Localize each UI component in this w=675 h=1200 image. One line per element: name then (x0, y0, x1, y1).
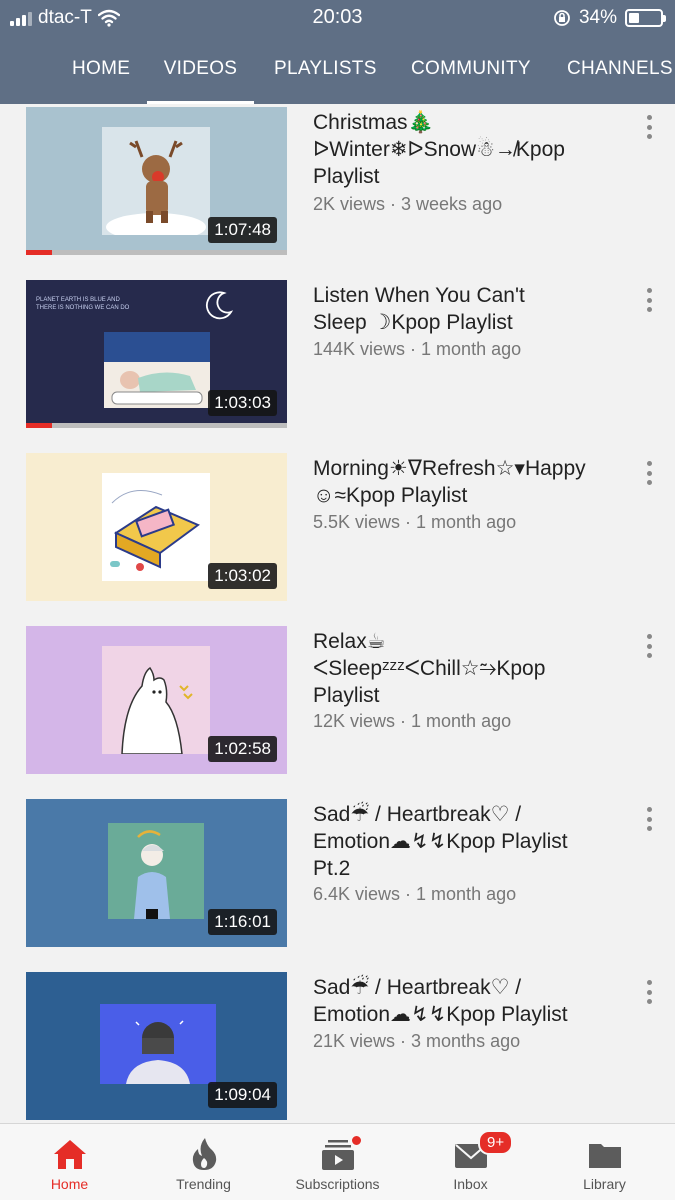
video-title[interactable]: Relax☕ ᐸSleepᶻᶻᶻᐸChill☆⥲Kpop Playlist (313, 628, 633, 709)
alarm-clock-illustration (110, 490, 200, 571)
video-item[interactable]: 1:03:02 Morning☀ᐁRefresh☆▾Happy ☺≈Kpop P… (0, 453, 675, 603)
thumbnail-artwork (100, 1004, 216, 1084)
video-title-line: Sad☔ / Heartbreak♡ / (313, 976, 522, 999)
tab-channels[interactable]: CHANNELS (567, 50, 673, 104)
video-duration: 1:02:58 (208, 736, 277, 762)
nav-library[interactable]: Library (537, 1124, 672, 1200)
moomin-illustration (121, 666, 193, 754)
video-item[interactable]: 1:02:58 Relax☕ ᐸSleepᶻᶻᶻᐸChill☆⥲Kpop Pla… (0, 626, 675, 776)
video-title-line: ᐸSleepᶻᶻᶻᐸChill☆⥲Kpop (313, 657, 546, 680)
video-duration: 1:07:48 (208, 217, 277, 243)
video-title-line: Relax☕ (313, 630, 386, 653)
video-duration: 1:09:04 (208, 1082, 277, 1108)
watch-progress (26, 423, 53, 428)
video-title-line: Playlist (313, 165, 380, 188)
video-item[interactable]: PLANET EARTH IS BLUE AND THERE IS NOTHIN… (0, 280, 675, 430)
status-right: 34% (553, 7, 666, 29)
video-thumbnail[interactable]: PLANET EARTH IS BLUE AND THERE IS NOTHIN… (26, 280, 287, 428)
more-options-icon[interactable] (638, 459, 660, 487)
video-title-line: Listen When You Can't (313, 284, 525, 307)
video-title-line: ☺≈Kpop Playlist (313, 484, 468, 507)
home-icon (53, 1140, 86, 1169)
video-duration: 1:16:01 (208, 909, 277, 935)
new-content-badge (350, 1134, 363, 1147)
nav-label: Library (583, 1176, 626, 1192)
thumbnail-artwork (104, 332, 210, 408)
video-duration: 1:03:03 (208, 390, 277, 416)
watch-progress-track (26, 250, 287, 255)
battery-percent: 34% (578, 7, 617, 28)
video-item[interactable]: 1:07:48 Christmas🎄 ᐅWinter❄ᐅSnow☃↛Kpop P… (0, 107, 675, 257)
person-illustration (134, 830, 170, 919)
video-meta: 5.5K views · 1 month ago (313, 512, 517, 532)
video-thumbnail[interactable]: 1:16:01 (26, 799, 287, 947)
tab-community[interactable]: COMMUNITY (411, 50, 531, 104)
video-title-line: Sad☔ / Heartbreak♡ / (313, 803, 522, 826)
moon-icon (206, 291, 234, 320)
video-item[interactable]: 1:16:01 Sad☔ / Heartbreak♡ / Emotion☁↯↯K… (0, 799, 675, 949)
video-title[interactable]: Morning☀ᐁRefresh☆▾Happy ☺≈Kpop Playlist (313, 455, 633, 509)
video-title[interactable]: Sad☔ / Heartbreak♡ / Emotion☁↯↯Kpop Play… (313, 801, 633, 882)
video-meta: 12K views · 1 month ago (313, 711, 512, 731)
tab-videos[interactable]: VIDEOS (147, 50, 254, 104)
watch-progress-track (26, 423, 287, 428)
nav-label: Inbox (453, 1176, 488, 1192)
nav-label: Subscriptions (295, 1176, 380, 1192)
thumbnail-caption: PLANET EARTH IS BLUE AND THERE IS NOTHIN… (36, 297, 130, 311)
rotation-lock-icon (554, 10, 570, 26)
nav-trending[interactable]: Trending (136, 1124, 271, 1200)
nav-subscriptions[interactable]: Subscriptions (270, 1124, 405, 1200)
video-meta: 2K views · 3 weeks ago (313, 194, 503, 214)
video-title[interactable]: Sad☔ / Heartbreak♡ / Emotion☁↯↯Kpop Play… (313, 974, 633, 1028)
video-title[interactable]: Listen When You Can't Sleep ☽Kpop Playli… (313, 282, 633, 336)
video-thumbnail[interactable]: 1:03:02 (26, 453, 287, 601)
more-options-icon[interactable] (638, 286, 660, 314)
tab-home[interactable]: HOME (72, 50, 130, 104)
nav-label: Home (50, 1176, 89, 1192)
video-title-line: Christmas🎄 (313, 111, 434, 134)
video-title-line: ᐅWinter❄ᐅSnow☃↛Kpop (313, 138, 565, 161)
app-header: dtac-T 20:03 34% HOME VIDEOS PLAYLISTS C… (0, 0, 675, 104)
thumbnail-artwork (102, 473, 210, 581)
more-options-icon[interactable] (638, 113, 660, 141)
inbox-count-badge: 9+ (478, 1130, 514, 1155)
nav-label: Trending (176, 1176, 231, 1192)
folder-icon (588, 1144, 621, 1168)
tab-playlists[interactable]: PLAYLISTS (274, 50, 377, 104)
video-title-line: Playlist (313, 684, 380, 707)
thumbnail-artwork (102, 127, 210, 235)
thumbnail-artwork (108, 823, 204, 919)
video-thumbnail[interactable]: 1:09:04 (26, 972, 287, 1120)
status-bar: dtac-T 20:03 34% (0, 0, 675, 36)
more-options-icon[interactable] (638, 978, 660, 1006)
video-meta: 144K views · 1 month ago (313, 339, 522, 359)
nav-home[interactable]: Home (2, 1124, 137, 1200)
video-title-line: Pt.2 (313, 857, 351, 880)
video-thumbnail[interactable]: 1:07:48 (26, 107, 287, 255)
flame-icon (192, 1138, 216, 1170)
video-title-line: Sleep ☽Kpop Playlist (313, 311, 513, 334)
reindeer-illustration (106, 140, 206, 235)
video-thumbnail[interactable]: 1:02:58 (26, 626, 287, 774)
bottom-navigation: Home Trending Subscriptions 9+ Inbox Lib… (0, 1123, 675, 1200)
video-title-line: Morning☀ᐁRefresh☆▾Happy (313, 457, 586, 480)
sleeping-person-illustration (104, 332, 210, 408)
video-title-line: Emotion☁↯↯Kpop Playlist (313, 1003, 568, 1026)
watch-progress (26, 250, 53, 255)
thumbnail-artwork (102, 646, 210, 754)
video-meta: 21K views · 3 months ago (313, 1031, 521, 1051)
more-options-icon[interactable] (638, 805, 660, 833)
video-title[interactable]: Christmas🎄 ᐅWinter❄ᐅSnow☃↛Kpop Playlist (313, 109, 633, 190)
video-title-line: Emotion☁↯↯Kpop Playlist (313, 830, 568, 853)
channel-tabs: HOME VIDEOS PLAYLISTS COMMUNITY CHANNELS (0, 50, 675, 104)
video-duration: 1:03:02 (208, 563, 277, 589)
video-item[interactable]: 1:09:04 Sad☔ / Heartbreak♡ / Emotion☁↯↯K… (0, 972, 675, 1122)
nav-inbox[interactable]: 9+ Inbox (403, 1124, 538, 1200)
more-options-icon[interactable] (638, 632, 660, 660)
girl-illustration (126, 1020, 190, 1084)
video-meta: 6.4K views · 1 month ago (313, 884, 517, 904)
battery-icon (625, 9, 666, 27)
